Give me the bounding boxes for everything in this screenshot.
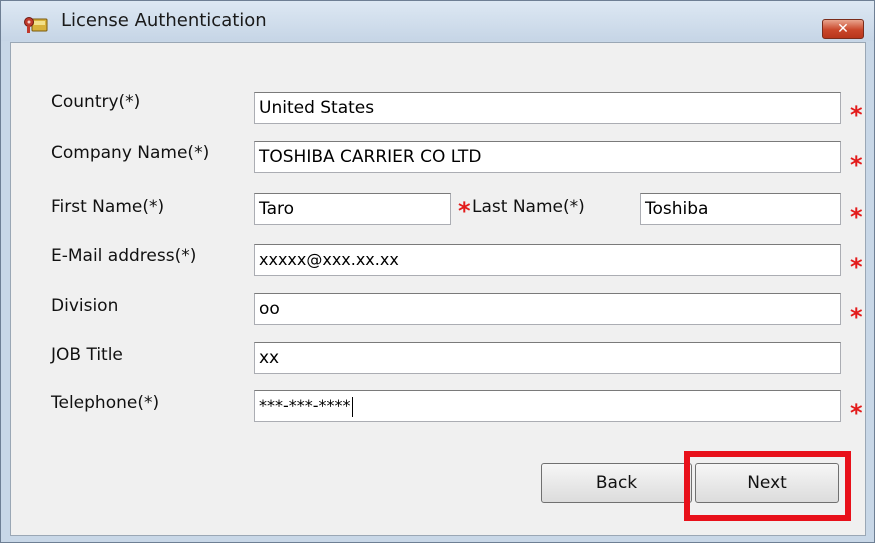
telephone-field[interactable]: ***-***-**** [254,390,841,422]
email-field[interactable]: xxxxx@xxx.xx.xx [254,244,841,276]
required-star: * [850,203,863,231]
required-star: * [458,197,471,225]
title-bar[interactable]: License Authentication ✕ [1,1,874,41]
telephone-value: ***-***-**** [259,396,351,415]
window-title: License Authentication [61,10,267,31]
required-star: * [850,253,863,281]
key-lock-app-icon [24,17,48,33]
country-field[interactable]: United States [254,92,841,124]
license-auth-dialog: License Authentication ✕ Country(*) Unit… [0,0,875,543]
back-button[interactable]: Back [541,463,692,503]
division-field[interactable]: oo [254,293,841,325]
required-star: * [850,399,863,427]
last-name-label: Last Name(*) [472,197,585,217]
next-button-highlight-frame [684,451,851,521]
first-name-field[interactable]: Taro [254,193,451,225]
last-name-field[interactable]: Toshiba [640,193,841,225]
form-panel: Country(*) United States * Company Name(… [10,42,866,536]
text-caret [351,396,353,417]
telephone-label: Telephone(*) [51,393,160,413]
required-star: * [850,151,863,179]
company-name-field[interactable]: TOSHIBA CARRIER CO LTD [254,141,841,173]
job-title-label: JOB Title [51,345,123,365]
job-title-field[interactable]: xx [254,342,841,374]
company-name-label: Company Name(*) [51,143,210,163]
division-label: Division [51,296,119,316]
required-star: * [850,101,863,129]
close-icon: ✕ [837,21,849,37]
first-name-label: First Name(*) [51,197,165,217]
required-star: * [850,303,863,331]
close-button[interactable]: ✕ [822,19,864,39]
email-label: E-Mail address(*) [51,246,197,266]
country-label: Country(*) [51,92,141,112]
